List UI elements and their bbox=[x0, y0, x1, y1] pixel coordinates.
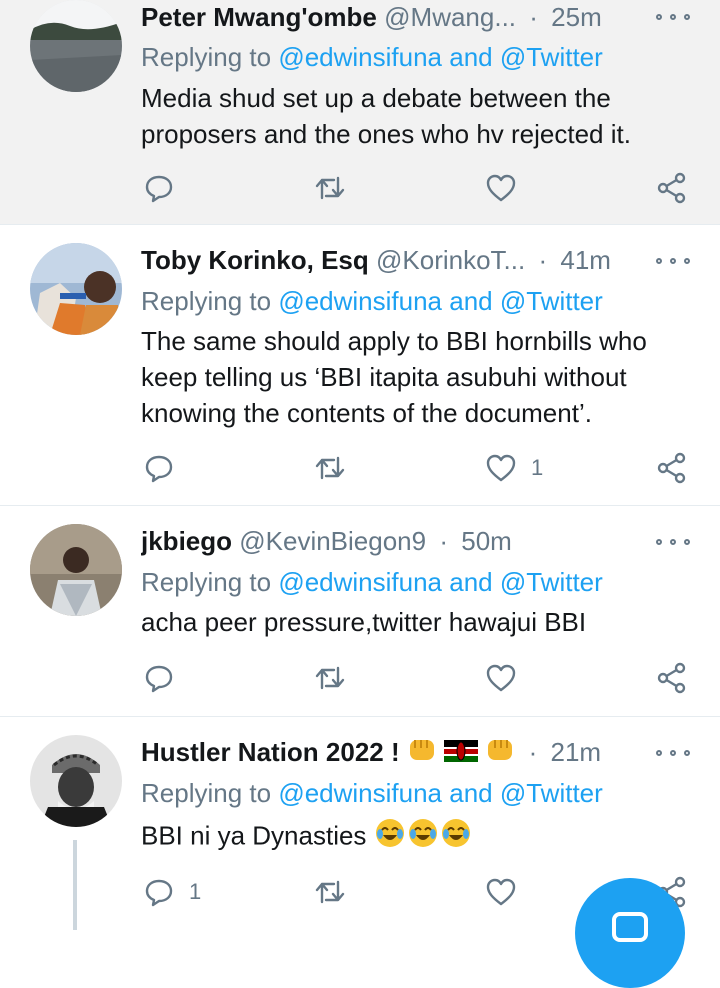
avatar[interactable] bbox=[30, 524, 122, 616]
share-icon bbox=[657, 452, 686, 484]
kenya-flag-icon bbox=[444, 737, 479, 771]
tweet-text-line: acha peer pressure,twitter hawajui BBI bbox=[141, 607, 587, 637]
tweet-item[interactable]: Peter Mwang'ombe @Mwang... · 25m Replyin… bbox=[0, 0, 720, 225]
reply-button[interactable] bbox=[143, 168, 175, 208]
reply-icon bbox=[145, 665, 173, 693]
display-name[interactable]: jkbiego bbox=[141, 526, 232, 556]
tweet-text-line: knowing the contents of the document’. bbox=[141, 398, 592, 428]
retweet-button[interactable] bbox=[314, 872, 346, 912]
heart-icon bbox=[486, 174, 516, 202]
tweet-text-line: Media shud set up a debate between the bbox=[141, 83, 611, 113]
heart-icon bbox=[486, 878, 516, 906]
share-button[interactable] bbox=[656, 658, 688, 698]
tweet-header: jkbiego @KevinBiegon9 · 50m bbox=[141, 524, 630, 558]
timestamp[interactable]: 25m bbox=[551, 2, 602, 32]
share-icon bbox=[657, 172, 686, 204]
separator-dot: · bbox=[529, 2, 538, 32]
avatar[interactable] bbox=[30, 0, 122, 92]
more-icon[interactable] bbox=[656, 251, 690, 271]
handle[interactable]: @Mwang... bbox=[384, 2, 516, 32]
timestamp[interactable]: 41m bbox=[560, 245, 611, 275]
like-button[interactable]: 1 bbox=[485, 448, 543, 488]
tweet-header: Toby Korinko, Esq @KorinkoT... · 41m bbox=[141, 243, 630, 277]
reply-icon bbox=[145, 175, 173, 203]
reply-icon bbox=[145, 879, 173, 907]
like-count: 1 bbox=[531, 455, 544, 480]
retweet-icon bbox=[315, 456, 345, 480]
replying-mentions[interactable]: @edwinsifuna and @Twitter bbox=[278, 42, 603, 72]
more-icon[interactable] bbox=[656, 743, 690, 763]
tweet-item[interactable]: Toby Korinko, Esq @KorinkoT... · 41m Rep… bbox=[0, 225, 720, 506]
replying-prefix: Replying to bbox=[141, 42, 272, 72]
replying-mentions[interactable]: @edwinsifuna and @Twitter bbox=[278, 567, 603, 597]
share-icon bbox=[657, 662, 686, 694]
laughing-emoji-icon bbox=[374, 817, 472, 858]
tweet-text-line: keep telling us ‘BBI itapita asubuhi wit… bbox=[141, 362, 627, 392]
tweet-actions: 1 bbox=[0, 448, 720, 488]
replying-prefix: Replying to bbox=[141, 778, 272, 808]
separator-dot: · bbox=[528, 737, 538, 767]
display-name[interactable]: Peter Mwang'ombe bbox=[141, 2, 377, 32]
compose-icon bbox=[612, 912, 648, 942]
share-button[interactable] bbox=[656, 448, 688, 488]
tweet-text-line: proposers and the ones who hv rejected i… bbox=[141, 119, 631, 149]
like-button[interactable] bbox=[485, 168, 531, 208]
retweet-icon bbox=[315, 176, 345, 200]
handle[interactable]: @KevinBiegon9 bbox=[239, 526, 426, 556]
display-name[interactable]: Hustler Nation 2022 ! bbox=[141, 737, 400, 767]
reply-button[interactable] bbox=[143, 448, 175, 488]
reply-button[interactable] bbox=[143, 658, 175, 698]
tweet-item[interactable]: jkbiego @KevinBiegon9 · 50m Replying to … bbox=[0, 506, 720, 717]
heart-icon bbox=[486, 664, 516, 692]
tweet-text: Media shud set up a debate between the p… bbox=[141, 80, 701, 152]
share-button[interactable] bbox=[656, 168, 688, 208]
like-button[interactable] bbox=[485, 658, 531, 698]
tweet-header: Hustler Nation 2022 ! · 21m bbox=[141, 735, 630, 769]
tweet-header: Peter Mwang'ombe @Mwang... · 25m bbox=[141, 0, 630, 34]
tweet-text-line: BBI ni ya Dynasties bbox=[141, 820, 367, 851]
retweet-button[interactable] bbox=[314, 168, 346, 208]
retweet-button[interactable] bbox=[314, 658, 346, 698]
reply-icon bbox=[145, 455, 173, 483]
separator-dot: · bbox=[538, 245, 548, 275]
fist-emoji-icon bbox=[407, 736, 437, 772]
handle[interactable]: @KorinkoT... bbox=[376, 245, 525, 275]
heart-icon bbox=[486, 454, 516, 482]
replying-mentions[interactable]: @edwinsifuna and @Twitter bbox=[278, 286, 603, 316]
replying-to: Replying to @edwinsifuna and @Twitter bbox=[141, 565, 603, 599]
retweet-button[interactable] bbox=[314, 448, 346, 488]
replying-mentions[interactable]: @edwinsifuna and @Twitter bbox=[278, 778, 603, 808]
tweet-text-line: The same should apply to BBI hornbills w… bbox=[141, 326, 647, 356]
timestamp[interactable]: 50m bbox=[461, 526, 512, 556]
separator-dot: · bbox=[439, 526, 449, 556]
fist-emoji-icon bbox=[485, 736, 515, 772]
reply-count: 1 bbox=[189, 879, 202, 904]
tweet-text: BBI ni ya Dynasties bbox=[141, 817, 701, 858]
replying-prefix: Replying to bbox=[141, 286, 272, 316]
timestamp[interactable]: 21m bbox=[550, 737, 601, 767]
tweet-actions bbox=[0, 168, 720, 208]
tweet-actions bbox=[0, 658, 720, 698]
reply-button[interactable]: 1 bbox=[143, 872, 201, 912]
tweet-text: The same should apply to BBI hornbills w… bbox=[141, 323, 701, 431]
tweet-text: acha peer pressure,twitter hawajui BBI bbox=[141, 604, 701, 640]
like-button[interactable] bbox=[485, 872, 517, 912]
retweet-icon bbox=[315, 666, 345, 690]
replying-prefix: Replying to bbox=[141, 567, 272, 597]
replying-to: Replying to @edwinsifuna and @Twitter bbox=[141, 40, 603, 74]
more-icon[interactable] bbox=[656, 7, 690, 27]
avatar[interactable] bbox=[30, 243, 122, 335]
more-icon[interactable] bbox=[656, 532, 690, 552]
retweet-icon bbox=[315, 880, 345, 904]
replying-to: Replying to @edwinsifuna and @Twitter bbox=[141, 776, 603, 810]
replying-to: Replying to @edwinsifuna and @Twitter bbox=[141, 284, 603, 318]
avatar[interactable] bbox=[30, 735, 122, 827]
display-name[interactable]: Toby Korinko, Esq bbox=[141, 245, 369, 275]
